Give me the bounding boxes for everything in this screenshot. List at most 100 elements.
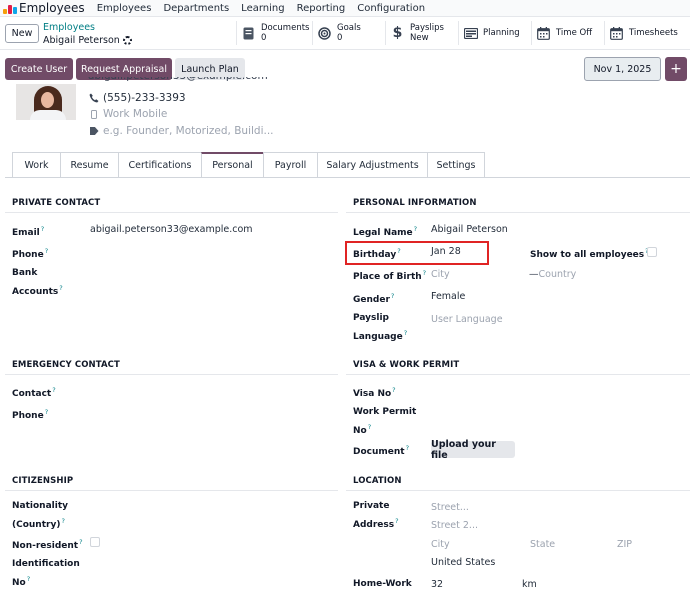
legal-name-label-text: Legal Name: [353, 228, 413, 238]
work-mobile-placeholder: Work Mobile: [103, 108, 168, 120]
goals-icon: [317, 26, 332, 41]
smart-button-goals[interactable]: Goals 0: [312, 21, 385, 45]
non-resident-checkbox[interactable]: [90, 537, 100, 547]
address-city-input[interactable]: City: [431, 539, 450, 550]
gender-value[interactable]: Female: [431, 291, 465, 302]
section-title-citizenship: CITIZENSHIP: [12, 476, 74, 486]
bank-accounts-label: Bank Accounts?: [12, 266, 63, 300]
help-icon[interactable]: ?: [392, 386, 395, 394]
section-divider: [5, 374, 338, 375]
section-title-location: LOCATION: [353, 476, 402, 486]
tab-certifications[interactable]: Certifications: [118, 152, 201, 178]
smart-button-payslips[interactable]: $ Payslips New: [385, 21, 458, 45]
app-brand[interactable]: Employees: [19, 1, 85, 15]
help-icon[interactable]: ?: [59, 284, 62, 292]
breadcrumb-parent[interactable]: Employees: [43, 22, 95, 33]
tags-row[interactable]: e.g. Founder, Motorized, Buildi...: [88, 125, 274, 137]
home-work-unit: km: [522, 579, 537, 590]
help-icon[interactable]: ?: [395, 517, 398, 525]
help-icon[interactable]: ?: [391, 292, 394, 300]
avatar[interactable]: [16, 84, 76, 120]
phone-row[interactable]: (555)-233-3393: [88, 92, 186, 104]
legal-name-value[interactable]: Abigail Peterson: [431, 224, 508, 235]
upload-file-button[interactable]: Upload your file: [431, 439, 515, 461]
emergency-contact-label: Contact?: [12, 383, 56, 402]
smart-button-time-off[interactable]: Time Off: [531, 21, 604, 45]
work-mobile-row[interactable]: Work Mobile: [88, 108, 167, 120]
street2-input[interactable]: Street 2...: [431, 520, 478, 531]
document-label: Document?: [353, 441, 409, 460]
smart-button-timesheets[interactable]: Timesheets: [604, 21, 690, 45]
address-country-value[interactable]: United States: [431, 557, 495, 568]
new-button[interactable]: New: [5, 24, 39, 43]
help-icon[interactable]: ?: [27, 575, 30, 583]
payslip-language-input[interactable]: User Language: [431, 314, 503, 325]
help-icon[interactable]: ?: [52, 386, 55, 394]
smart-value: 0: [337, 33, 343, 43]
tab-work[interactable]: Work: [12, 152, 60, 178]
menu-employees[interactable]: Employees: [97, 3, 152, 14]
emergency-phone-label: Phone?: [12, 405, 48, 424]
birthday-highlight-box: [345, 241, 489, 265]
plus-button[interactable]: +: [665, 57, 687, 81]
phone-value: (555)-233-3393: [103, 92, 186, 104]
show-to-all-label-text: Show to all employees: [530, 250, 645, 260]
smart-label: Time Off: [556, 28, 593, 38]
birth-city-input[interactable]: City: [431, 269, 450, 280]
help-icon[interactable]: ?: [404, 329, 407, 337]
smart-button-documents[interactable]: Documents 0: [236, 21, 312, 45]
help-icon[interactable]: ?: [61, 517, 64, 525]
help-icon[interactable]: ?: [414, 225, 417, 233]
gear-icon[interactable]: [122, 36, 132, 45]
home-work-distance-value[interactable]: 32: [431, 579, 443, 590]
date-selector[interactable]: Nov 1, 2025: [584, 57, 661, 81]
email-value[interactable]: abigail.peterson33@example.com: [90, 224, 253, 235]
help-icon[interactable]: ?: [41, 225, 44, 233]
work-permit-label-line1: Work Permit: [353, 407, 417, 417]
top-navbar: Employees Employees Departments Learning…: [0, 0, 690, 17]
birth-country-input[interactable]: —Country: [529, 269, 576, 280]
tab-resume[interactable]: Resume: [60, 152, 118, 178]
work-email-text: abigail.peterson33@example.com: [88, 77, 268, 85]
smart-label: Goals: [337, 23, 361, 33]
smart-button-planning[interactable]: Planning: [458, 21, 531, 45]
menu-learning[interactable]: Learning: [241, 3, 284, 14]
legal-name-label: Legal Name?: [353, 222, 417, 241]
payslip-label-line1: Payslip: [353, 313, 389, 323]
help-icon[interactable]: ?: [406, 444, 409, 452]
visa-no-label-text: Visa No: [353, 389, 392, 399]
smart-value: New: [410, 33, 429, 43]
form-tabs: Work Resume Certifications Personal Payr…: [12, 152, 485, 178]
nationality-label: Nationality (Country)?: [12, 499, 68, 533]
dollar-icon: $: [392, 25, 403, 41]
create-user-button[interactable]: Create User: [5, 58, 73, 80]
address-zip-input[interactable]: ZIP: [617, 539, 632, 550]
nationality-label-line1: Nationality: [12, 501, 68, 511]
tab-salary-adjustments[interactable]: Salary Adjustments: [317, 152, 427, 178]
help-icon[interactable]: ?: [79, 538, 82, 546]
street-input[interactable]: Street...: [431, 502, 469, 513]
show-to-all-checkbox[interactable]: [647, 247, 657, 257]
tab-settings[interactable]: Settings: [427, 152, 485, 178]
help-icon[interactable]: ?: [45, 247, 48, 255]
help-icon[interactable]: ?: [423, 269, 426, 277]
work-email-partial[interactable]: abigail.peterson33@example.com: [88, 77, 268, 86]
menu-departments[interactable]: Departments: [163, 3, 229, 14]
avatar-body: [30, 110, 66, 120]
work-permit-label: Work Permit No?: [353, 405, 416, 439]
phone-icon: [88, 93, 100, 103]
help-icon[interactable]: ?: [368, 423, 371, 431]
payslip-language-label: Payslip Language?: [353, 311, 407, 345]
section-divider: [5, 490, 338, 491]
address-state-input[interactable]: State: [530, 539, 555, 550]
menu-reporting[interactable]: Reporting: [297, 3, 346, 14]
menu-configuration[interactable]: Configuration: [357, 3, 425, 14]
section-divider: [5, 212, 338, 213]
tags-icon: [88, 127, 100, 135]
help-icon[interactable]: ?: [45, 408, 48, 416]
tags-placeholder: e.g. Founder, Motorized, Buildi...: [103, 125, 274, 137]
employees-app-icon[interactable]: [3, 2, 17, 14]
tab-payroll[interactable]: Payroll: [263, 152, 317, 178]
tab-personal[interactable]: Personal: [201, 152, 263, 178]
private-address-label-line1: Private: [353, 501, 390, 511]
